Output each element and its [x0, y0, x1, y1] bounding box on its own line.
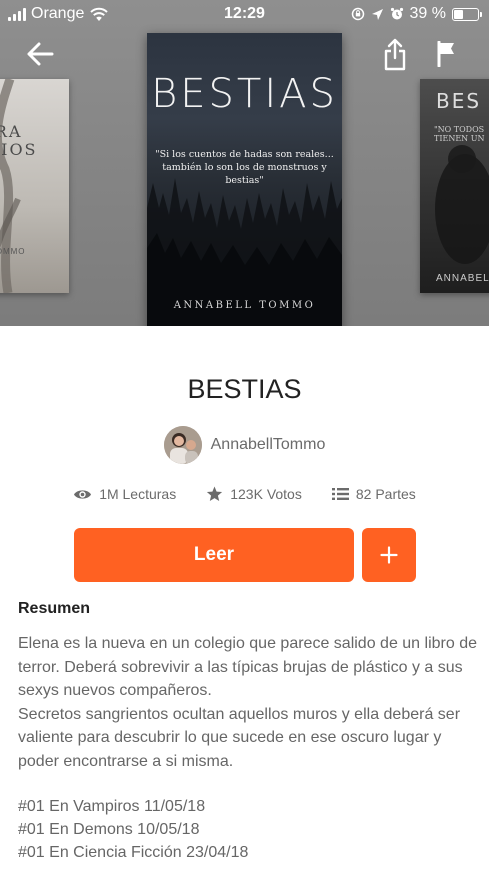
- book-title: BESTIAS: [187, 374, 302, 404]
- arrow-left-icon: [27, 42, 54, 66]
- previous-cover-author: TOMMO: [0, 247, 26, 256]
- status-right: 39 %: [351, 5, 482, 23]
- votes-stat: 123K Votos: [206, 486, 302, 502]
- list-icon: [331, 488, 349, 500]
- next-cover-title: BES: [436, 89, 482, 113]
- book-stats: 1M Lecturas 123K Votos 82 Partes: [0, 486, 489, 502]
- avatar-image: [163, 426, 202, 464]
- ranking-tag: #01 En Ciencia Ficción 23/04/18: [18, 844, 249, 861]
- location-icon: [371, 8, 383, 20]
- read-button[interactable]: Leer: [74, 528, 354, 582]
- report-button[interactable]: [427, 34, 467, 74]
- plus-icon: [380, 546, 398, 564]
- ranking-tag: #01 En Demons 10/05/18: [18, 821, 200, 838]
- cover-quote: "Si los cuentos de hadas son reales... t…: [155, 149, 334, 186]
- reads-count: 1M Lecturas: [99, 486, 177, 502]
- votes-count: 123K Votos: [230, 486, 302, 502]
- flag-icon: [437, 41, 454, 67]
- ranking-tags: #01 En Vampiros 11/05/18 #01 En Demons 1…: [18, 795, 248, 864]
- next-cover-quote: "NO TODOS TIENEN UN: [434, 125, 485, 143]
- eye-icon: [74, 489, 92, 499]
- status-bar: Orange 12:29 39 %: [0, 0, 489, 28]
- battery-icon: [452, 7, 482, 21]
- reads-stat: 1M Lecturas: [73, 486, 176, 502]
- star-icon: [207, 486, 223, 501]
- back-button[interactable]: [20, 34, 60, 74]
- summary-text: Elena es la nueva en un colegio que pare…: [18, 632, 478, 773]
- avatar[interactable]: [163, 426, 202, 464]
- summary-paragraph: Elena es la nueva en un colegio que pare…: [18, 635, 477, 699]
- parts-count: 82 Partes: [355, 486, 416, 502]
- orientation-lock-icon: [351, 7, 364, 21]
- book-cover[interactable]: BESTIAS "Si los cuentos de hadas son rea…: [147, 33, 342, 326]
- ranking-tag: #01 En Vampiros 11/05/18: [18, 798, 206, 815]
- author-row[interactable]: AnnabellTommo: [0, 426, 489, 464]
- add-to-library-button[interactable]: [362, 528, 416, 582]
- battery-level: [454, 9, 463, 19]
- summary-paragraph: Secretos sangrientos ocultan aquellos mu…: [18, 705, 461, 770]
- cover-title: BESTIAS: [151, 71, 338, 117]
- author-name[interactable]: AnnabellTommo: [211, 436, 326, 454]
- battery-percent: 39 %: [409, 5, 446, 22]
- share-icon: [384, 38, 406, 71]
- next-book-cover[interactable]: BES "NO TODOS TIENEN UN ANNABEL: [420, 79, 489, 293]
- previous-book-cover[interactable]: PARA ONIOS TOMMO: [0, 79, 69, 293]
- cover-author: ANNABELL TOMMO: [173, 300, 316, 311]
- parts-stat: 82 Partes: [331, 486, 416, 502]
- previous-cover-title: PARA ONIOS: [0, 122, 38, 159]
- share-button[interactable]: [375, 34, 415, 74]
- previous-cover-art: [0, 79, 21, 293]
- cover-carousel[interactable]: Orange 12:29 39 % RA IOS MMO BES "NO TOD…: [0, 0, 489, 326]
- alarm-icon: [390, 7, 403, 20]
- summary-heading: Resumen: [18, 600, 91, 617]
- next-cover-author: ANNABEL: [436, 273, 489, 284]
